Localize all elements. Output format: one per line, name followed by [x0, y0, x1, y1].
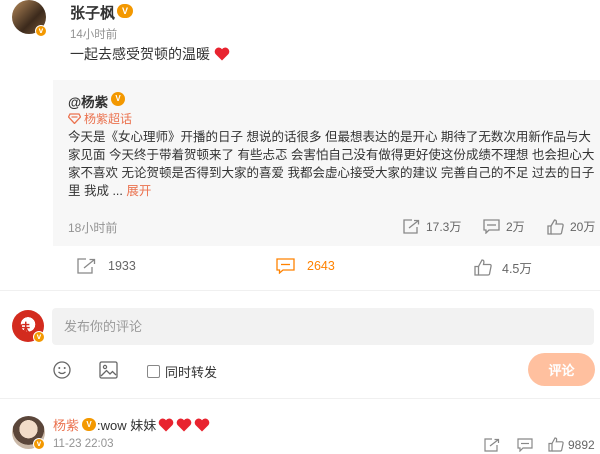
- super-topic-icon: [68, 113, 81, 124]
- repost-icon: [77, 258, 96, 274]
- repost-action[interactable]: 1933: [77, 258, 136, 274]
- commenter-vip-badge-icon: V: [82, 418, 97, 431]
- repost-time[interactable]: 18小时前: [68, 219, 117, 236]
- heart-emoji-icon: [214, 47, 230, 61]
- emoji-icon[interactable]: [53, 361, 71, 379]
- post-time[interactable]: 14小时前: [70, 26, 117, 42]
- like-action[interactable]: 4.5万: [474, 258, 532, 277]
- my-avatar-text: 妹: [17, 321, 31, 336]
- divider: [0, 398, 600, 399]
- submit-comment-button[interactable]: 评论: [528, 353, 595, 386]
- repost-comment-count[interactable]: 2万: [483, 218, 525, 235]
- comment-icon: [483, 219, 500, 234]
- repost-text: 今天是《女心理师》开播的日子 想说的话很多 但最想表达的是开心 期待了无数次用新…: [68, 130, 595, 198]
- repost-checkbox-label: 同时转发: [165, 365, 218, 380]
- comment-repost-icon[interactable]: [484, 438, 500, 452]
- comment-input[interactable]: [52, 308, 594, 345]
- verified-badge-icon: v: [35, 25, 47, 37]
- vip-badge-icon: V: [117, 4, 133, 18]
- like-icon: [547, 218, 564, 235]
- comment-line: 杨紫 V :wow 妹妹: [53, 415, 210, 434]
- post-text: 一起去感受贺顿的温暖: [70, 46, 210, 62]
- comment-icon: [276, 258, 295, 274]
- heart-emoji-icon: [176, 418, 192, 431]
- repost-like-count[interactable]: 20万: [547, 218, 595, 235]
- commenter-verified-badge-icon: v: [33, 438, 45, 450]
- repost-checkbox[interactable]: [147, 365, 160, 378]
- super-topic-link[interactable]: 杨紫超话: [68, 110, 132, 127]
- post-text-row: 一起去感受贺顿的温暖: [70, 44, 230, 64]
- repost-box[interactable]: @杨紫 V 杨紫超话 今天是《女心理师》开播的日子 想说的话很多 但最想表达的是…: [53, 80, 600, 246]
- like-icon: [474, 259, 492, 276]
- repost-checkbox-row[interactable]: 同时转发: [147, 362, 217, 381]
- comment-like[interactable]: 9892: [548, 437, 595, 452]
- repost-icon: [403, 219, 420, 234]
- commenter-name[interactable]: 杨紫: [53, 415, 79, 434]
- post-author-name[interactable]: 张子枫: [70, 2, 115, 23]
- repost-repost-count[interactable]: 17.3万: [403, 218, 461, 235]
- heart-emoji-icon: [158, 418, 174, 431]
- my-vip-badge-icon: v: [33, 331, 45, 343]
- comment-text: :wow 妹妹: [97, 418, 157, 433]
- comment-reply-icon[interactable]: [517, 438, 533, 452]
- expand-link[interactable]: 展开: [126, 184, 151, 198]
- repost-vip-badge-icon: V: [111, 92, 125, 106]
- repost-author[interactable]: @杨紫: [68, 91, 108, 111]
- comment-action[interactable]: 2643: [276, 258, 335, 274]
- divider: [0, 290, 600, 291]
- comment-time: 11-23 22:03: [53, 438, 114, 450]
- heart-emoji-icon: [194, 418, 210, 431]
- like-icon: [548, 437, 564, 452]
- image-icon[interactable]: [99, 361, 118, 379]
